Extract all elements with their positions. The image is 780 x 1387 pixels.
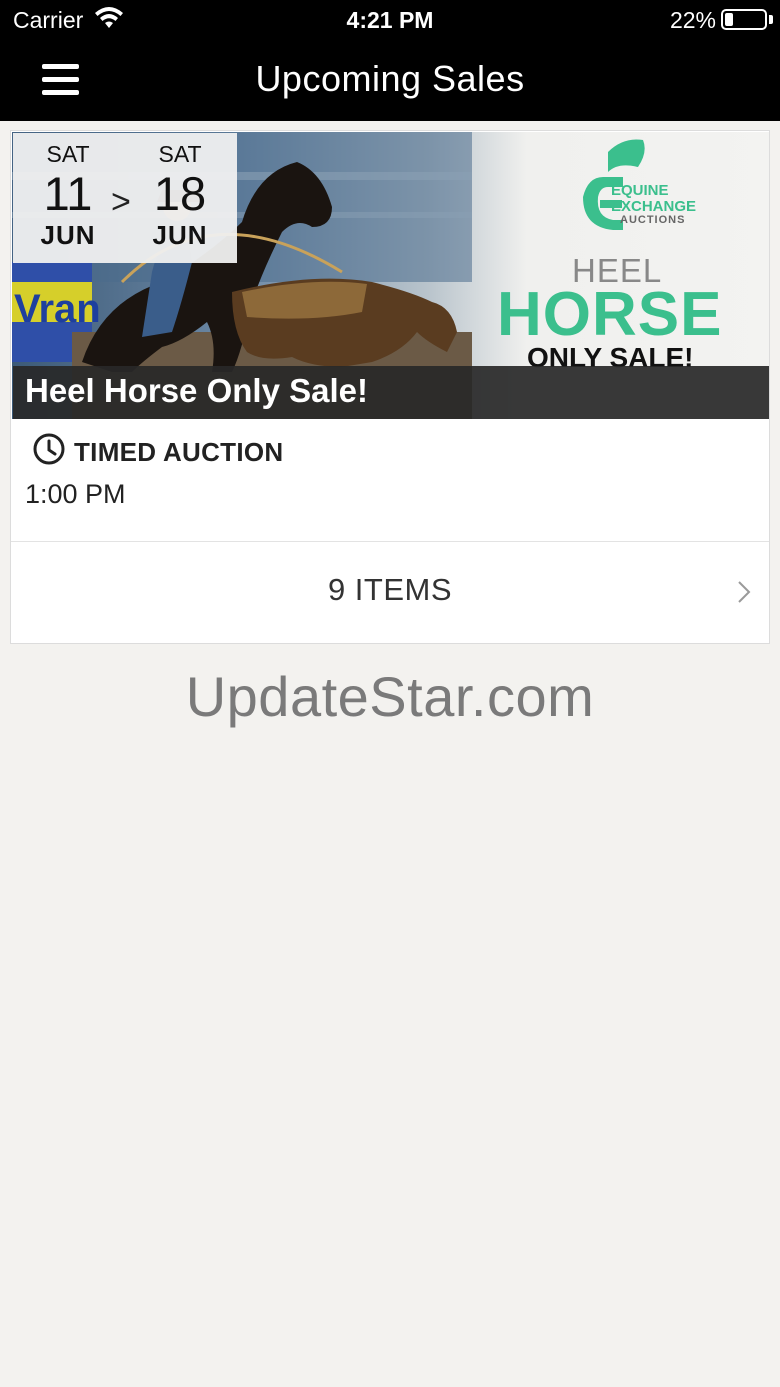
start-day: 11 [43,167,93,220]
status-bar: Carrier 4:21 PM 22% [0,0,780,40]
watermark: UpdateStar.com [185,665,595,728]
end-day-of-week: SAT [158,141,202,167]
start-day-of-week: SAT [46,141,90,167]
start-date: SAT 11 JUN [13,133,123,251]
battery-percent: 22% [669,7,716,33]
sale-banner-image[interactable]: Vran EQUINE EXCHANGE AUCTIONS HEEL HORSE… [12,132,769,419]
sale-date-range: SAT 11 JUN > SAT 18 JUN [13,133,237,263]
page-title: Upcoming Sales [255,58,525,99]
battery-fill [725,13,733,26]
brand-line1: EQUINE [611,182,669,199]
brand-line2: EXCHANGE [611,198,697,215]
chevron-right-icon [737,580,751,609]
clock-icon [33,433,67,474]
sale-title: Heel Horse Only Sale! [13,366,769,419]
end-day: 18 [153,167,207,220]
svg-text:Vran: Vran [14,287,101,331]
battery-icon [721,9,767,30]
clock-time: 4:21 PM [346,7,434,33]
sale-time: 1:00 PM [25,479,126,509]
auction-type-label: TIMED AUCTION [74,437,284,467]
items-count: 9 ITEMS [327,572,453,607]
battery-tip [769,15,773,24]
items-link[interactable]: 9 ITEMS [11,542,769,643]
sale-card[interactable]: Vran EQUINE EXCHANGE AUCTIONS HEEL HORSE… [10,130,770,644]
start-month: JUN [40,220,96,250]
banner-headline-big: HORSE [497,280,723,349]
nav-bar: Upcoming Sales [0,40,780,121]
brand-line3: AUCTIONS [620,214,686,226]
end-month: JUN [152,220,208,250]
end-date: SAT 18 JUN [125,133,235,251]
